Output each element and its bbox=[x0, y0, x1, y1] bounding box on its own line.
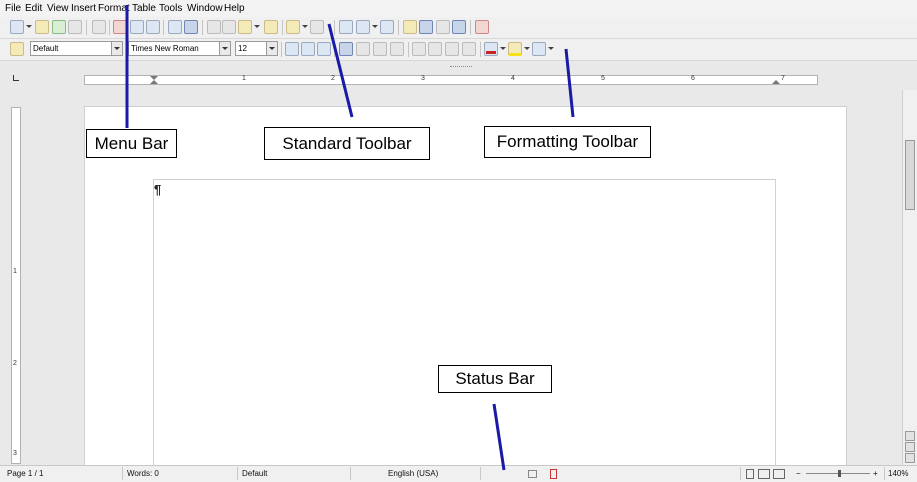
leader-standard-toolbar bbox=[327, 23, 354, 118]
leader-status-bar bbox=[492, 403, 506, 471]
leader-formatting-toolbar bbox=[564, 48, 575, 118]
leader-lines bbox=[125, 5, 575, 471]
